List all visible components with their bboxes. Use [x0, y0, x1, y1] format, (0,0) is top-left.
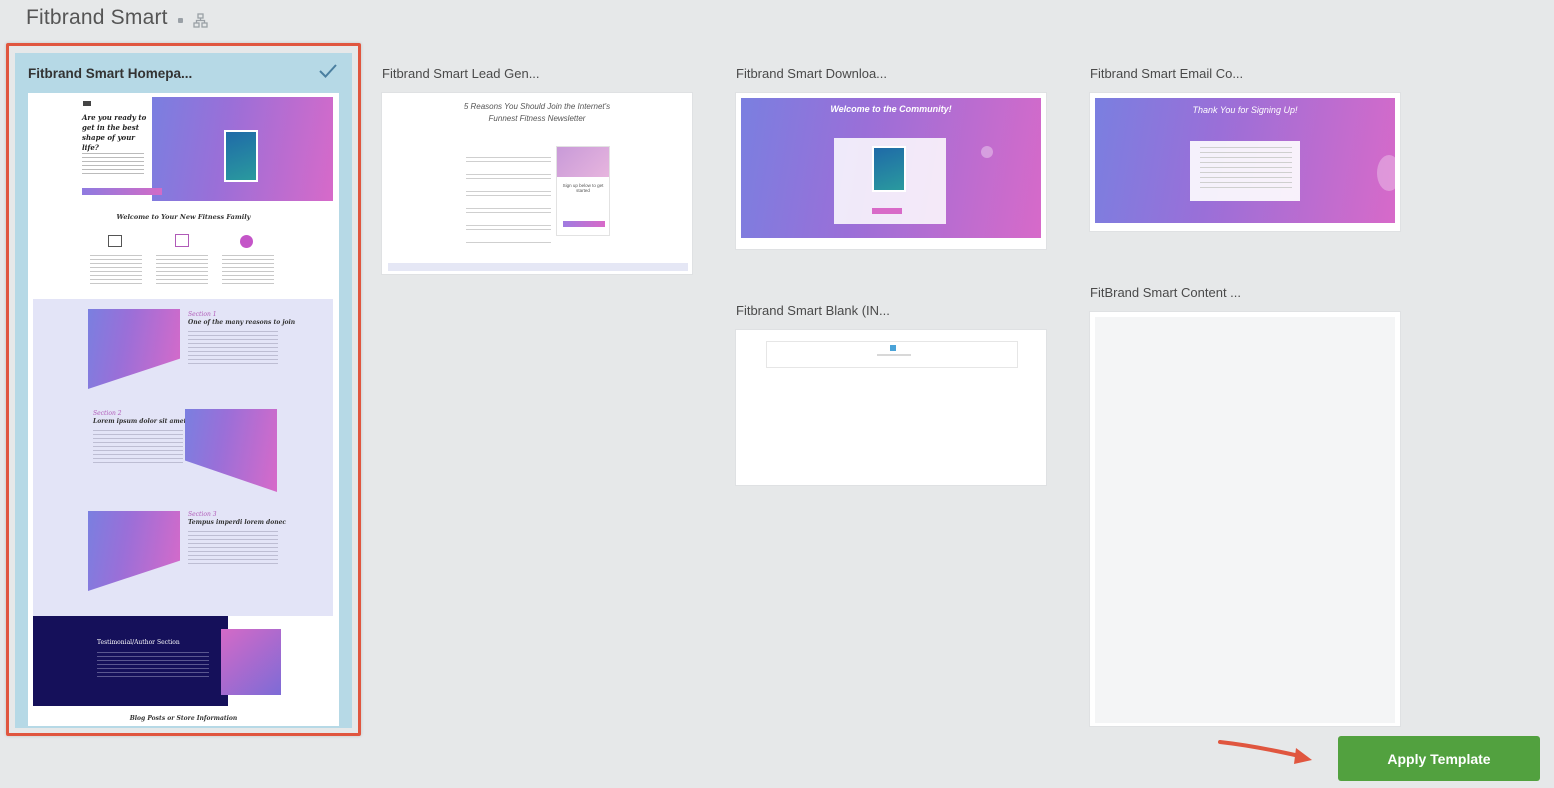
- template-label[interactable]: Fitbrand Smart Downloa...: [736, 66, 887, 81]
- template-label[interactable]: Fitbrand Smart Homepa...: [28, 66, 192, 81]
- template-label[interactable]: Fitbrand Smart Blank (IN...: [736, 303, 890, 318]
- hero-image: [152, 97, 333, 201]
- page-header: Fitbrand Smart: [26, 5, 208, 31]
- welcome-heading: Welcome to Your New Fitness Family: [116, 213, 251, 221]
- template-label[interactable]: Fitbrand Smart Lead Gen...: [382, 66, 540, 81]
- template-preview-email[interactable]: Thank You for Signing Up!: [1089, 92, 1401, 232]
- template-label[interactable]: Fitbrand Smart Email Co...: [1090, 66, 1243, 81]
- sitemap-icon[interactable]: [193, 12, 208, 28]
- template-preview-download[interactable]: Welcome to the Community!: [735, 92, 1047, 250]
- template-preview-leadgen[interactable]: 5 Reasons You Should Join the Internet's…: [381, 92, 693, 275]
- separator-dot: [177, 17, 183, 23]
- template-preview-content[interactable]: [1089, 311, 1401, 727]
- template-preview-homepage[interactable]: Are you ready to get in the best shape o…: [28, 93, 339, 726]
- template-preview-blank[interactable]: [735, 329, 1047, 486]
- page-title: Fitbrand Smart: [26, 6, 168, 29]
- sections-band: Section 1 One of the many reasons to joi…: [33, 299, 333, 616]
- apply-template-button[interactable]: Apply Template: [1338, 736, 1540, 781]
- check-icon: [319, 64, 337, 78]
- testimonial-section: Testimonial/Author Section: [33, 616, 228, 706]
- author-photo: [221, 629, 281, 695]
- template-label[interactable]: FitBrand Smart Content ...: [1090, 285, 1241, 300]
- hero-heading: Are you ready to get in the best shape o…: [82, 113, 147, 152]
- arrow-icon: [1218, 740, 1312, 764]
